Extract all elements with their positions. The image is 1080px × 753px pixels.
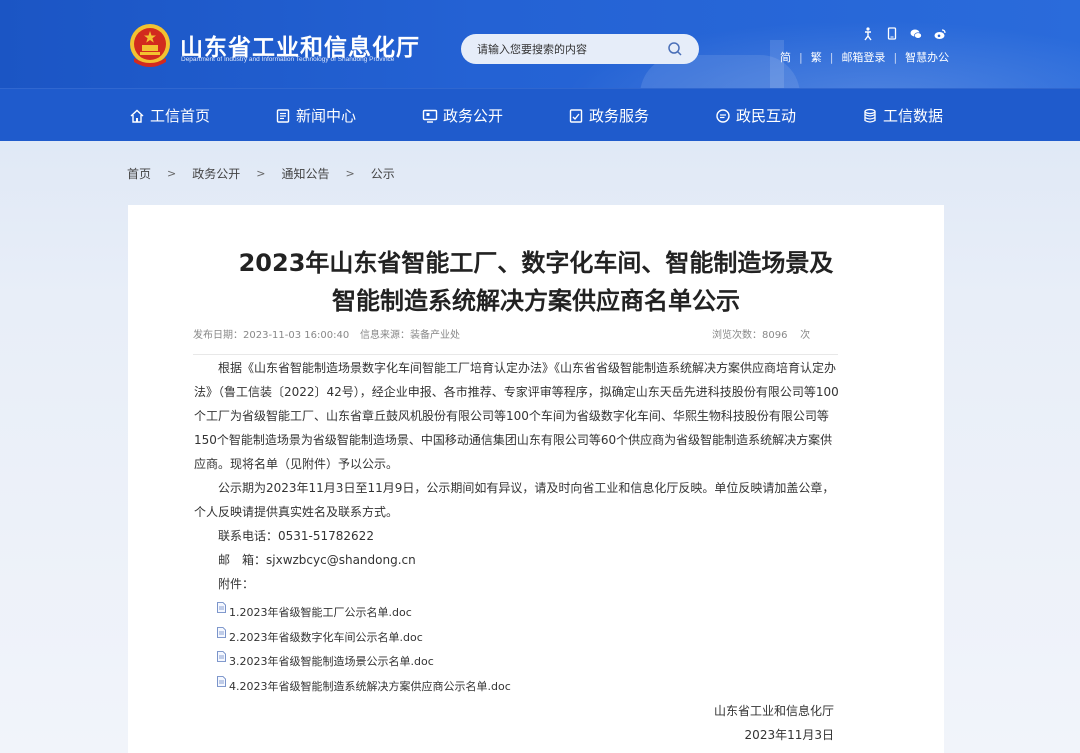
attachment-name: 1.2023年省级智能工厂公示名单.doc	[229, 606, 412, 619]
nav-item-data[interactable]: 工信数据	[862, 89, 943, 142]
nav-item-label: 工信数据	[883, 107, 944, 125]
breadcrumb-separator: >	[167, 167, 177, 180]
nav-item-label: 工信首页	[150, 107, 211, 125]
views-label: 浏览次数：	[712, 330, 762, 341]
simplified-chinese-link[interactable]: 简	[780, 49, 791, 65]
signature-date: 2023年11月3日	[744, 728, 834, 742]
chat-icon	[716, 108, 730, 123]
publish-date: 2023-11-03 16:00:40	[243, 330, 350, 341]
contact-email: 邮 箱：sjxwzbcyc@shandong.cn	[218, 553, 416, 567]
source-value: 装备产业处	[410, 330, 460, 341]
signature-org: 山东省工业和信息化厅	[713, 704, 834, 718]
views-unit: 次	[800, 330, 811, 341]
nav-item-label: 政务公开	[443, 107, 504, 125]
traditional-chinese-link[interactable]: 繁	[811, 49, 822, 65]
attachment-link[interactable]: 1.2023年省级智能工厂公示名单.doc	[217, 602, 412, 620]
breadcrumb: 首页 > 政务公开 > 通知公告 > 公示	[127, 165, 395, 182]
attachment-name: 2.2023年省级数字化车间公示名单.doc	[229, 631, 423, 644]
search-box	[461, 34, 699, 64]
wechat-icon[interactable]	[910, 26, 922, 40]
email-login-link[interactable]: 邮箱登录	[841, 49, 885, 65]
article-title-line-2: 智能制造系统解决方案供应商名单公示	[332, 287, 740, 315]
weibo-icon[interactable]	[934, 26, 946, 40]
nav-item-interaction[interactable]: 政民互动	[715, 89, 796, 142]
separator: |	[893, 50, 898, 64]
article-card: 2023年山东省智能工厂、数字化车间、智能制造场景及 智能制造系统解决方案供应商…	[128, 205, 944, 753]
site-header: 山东省工业和信息化厅 Department of Industry and In…	[0, 0, 1080, 88]
attachment-link[interactable]: 4.2023年省级智能制造系统解决方案供应商公示名单.doc	[217, 676, 511, 694]
service-icon	[569, 108, 583, 123]
main-nav: 工信首页 新闻中心 政务公开 政务服务 政民互动 工信数据	[0, 88, 1080, 141]
accessibility-icons	[862, 26, 946, 42]
publish-meta: 发布日期：2023-11-03 16:00:40	[193, 326, 349, 341]
search-input[interactable]	[477, 40, 667, 58]
monitor-icon	[422, 109, 438, 123]
home-icon	[130, 109, 144, 123]
nav-item-gov-services[interactable]: 政务服务	[568, 89, 649, 142]
doc-file-icon	[217, 676, 226, 687]
publish-label: 发布日期：	[193, 330, 243, 341]
site-subtitle: Department of Industry and Information T…	[181, 56, 395, 63]
national-emblem-icon[interactable]	[128, 22, 172, 70]
top-links: 简 | 繁 | 邮箱登录 | 智慧办公	[780, 49, 949, 65]
breadcrumb-home[interactable]: 首页	[127, 165, 151, 182]
smart-office-link[interactable]: 智慧办公	[905, 49, 949, 65]
attachment-name: 4.2023年省级智能制造系统解决方案供应商公示名单.doc	[229, 680, 511, 693]
breadcrumb-notices[interactable]: 通知公告	[281, 165, 329, 182]
paragraph-announcement: 根据《山东省智能制造场景数字化车间智能工厂培育认定办法》《山东省省级智能制造系统…	[194, 361, 839, 471]
attachment-name: 3.2023年省级智能制造场景公示名单.doc	[229, 655, 434, 668]
accessibility-icon[interactable]	[862, 26, 874, 41]
separator: |	[829, 50, 834, 64]
breadcrumb-publicity[interactable]: 公示	[371, 165, 395, 182]
nav-item-label: 政民互动	[736, 107, 797, 125]
nav-item-gov-affairs-open[interactable]: 政务公开	[422, 89, 503, 142]
search-icon[interactable]	[667, 41, 683, 57]
source-meta: 信息来源：装备产业处	[360, 326, 460, 341]
views-meta: 浏览次数：8096 次	[712, 326, 810, 341]
mobile-icon[interactable]	[886, 26, 898, 40]
attachment-link[interactable]: 3.2023年省级智能制造场景公示名单.doc	[217, 651, 434, 669]
breadcrumb-separator: >	[345, 167, 355, 180]
separator: |	[799, 50, 803, 64]
nav-item-label: 新闻中心	[296, 107, 357, 125]
paragraph-period: 公示期为2023年11月3日至11月9日，公示期间如有异议，请及时向省工业和信息…	[194, 481, 835, 519]
article-body: 根据《山东省智能制造场景数字化车间智能工厂培育认定办法》《山东省省级智能制造系统…	[194, 356, 844, 596]
nav-item-home[interactable]: 工信首页	[129, 89, 210, 142]
breadcrumb-gov-affairs-open[interactable]: 政务公开	[192, 165, 240, 182]
article-title-line-1: 2023年山东省智能工厂、数字化车间、智能制造场景及	[238, 249, 834, 277]
views-count: 8096	[762, 330, 788, 341]
source-label: 信息来源：	[360, 330, 410, 341]
nav-item-label: 政务服务	[589, 107, 650, 125]
doc-file-icon	[217, 627, 226, 638]
doc-file-icon	[217, 651, 226, 662]
breadcrumb-separator: >	[256, 167, 266, 180]
doc-file-icon	[217, 602, 226, 613]
database-icon	[864, 108, 876, 123]
attachments-label: 附件：	[218, 577, 255, 591]
divider	[193, 354, 838, 355]
nav-item-news[interactable]: 新闻中心	[275, 89, 356, 142]
contact-phone: 联系电话：0531-51782622	[218, 529, 374, 543]
attachment-link[interactable]: 2.2023年省级数字化车间公示名单.doc	[217, 627, 423, 645]
news-icon	[276, 108, 290, 123]
